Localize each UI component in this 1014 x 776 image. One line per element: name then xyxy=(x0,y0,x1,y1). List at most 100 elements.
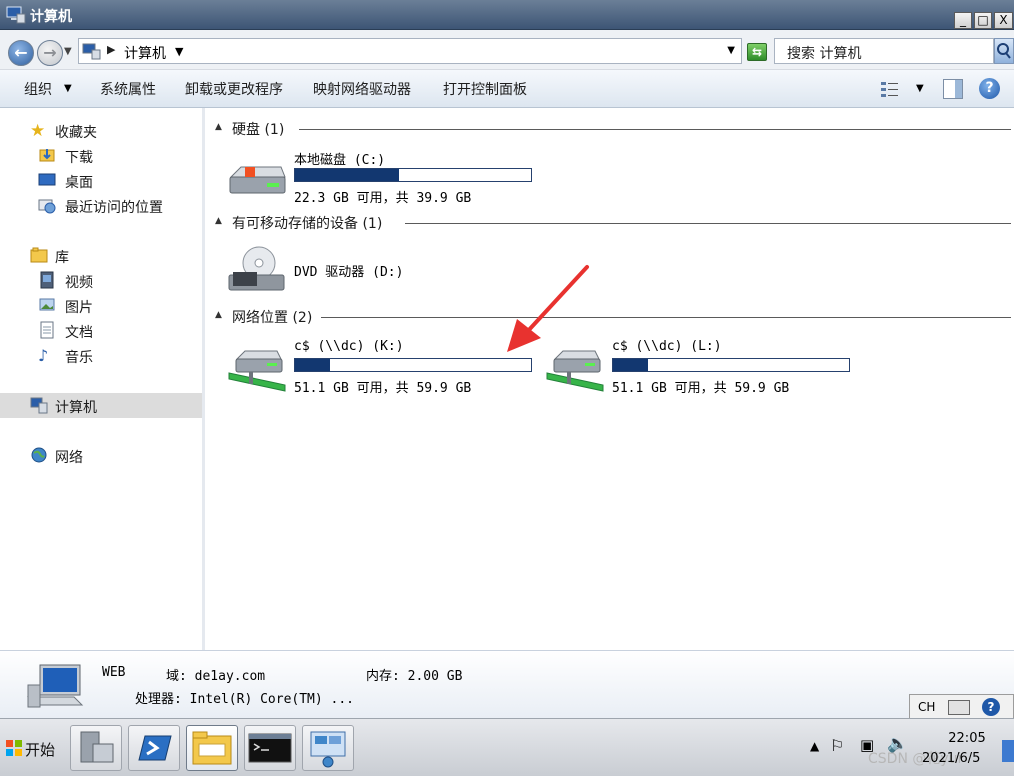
command-bar: 组织 ▼ 系统属性 卸载或更改程序 映射网络驱动器 打开控制面板 ▼ ? xyxy=(0,70,1014,108)
nav-documents[interactable]: 文档 xyxy=(0,318,202,343)
collapse-arrow-icon[interactable]: ▲ xyxy=(215,216,222,226)
collapse-arrow-icon[interactable]: ▲ xyxy=(215,122,222,132)
group-label: 硬盘 (1) xyxy=(232,122,285,138)
nav-computer[interactable]: 计算机 xyxy=(0,393,202,418)
organize-dropdown-icon[interactable]: ▼ xyxy=(64,83,72,94)
collapse-arrow-icon[interactable]: ▲ xyxy=(215,310,222,320)
desktop-icon xyxy=(38,173,56,186)
network-drive-icon xyxy=(228,350,286,392)
help-icon[interactable]: ? xyxy=(982,698,1000,716)
nav-libraries[interactable]: 库 xyxy=(0,243,202,268)
close-button[interactable]: X xyxy=(994,12,1013,29)
dvd-drive-icon xyxy=(228,246,285,291)
minimize-button[interactable]: _ xyxy=(954,12,972,29)
start-button[interactable]: 开始 xyxy=(2,727,60,769)
capacity-fill xyxy=(613,359,649,371)
computer-icon xyxy=(6,6,26,24)
address-field[interactable]: ▶ 计算机 ▼ ▼ xyxy=(78,38,742,64)
group-header-hard-disks[interactable]: ▲ 硬盘 (1) xyxy=(215,119,1011,139)
language-code[interactable]: CH xyxy=(918,700,935,714)
maximize-button[interactable]: □ xyxy=(974,12,992,29)
drive-size: 51.1 GB 可用，共 59.9 GB xyxy=(612,381,790,396)
clock-date[interactable]: 2021/6/5 xyxy=(922,751,980,766)
nav-label: 网络 xyxy=(55,450,83,466)
details-pane: WEB 域: de1ay.com 内存: 2.00 GB 处理器: Intel(… xyxy=(0,650,1014,718)
taskbar-cmd[interactable] xyxy=(244,725,296,771)
network-drive-k[interactable]: c$ (\\dc) (K:) 51.1 GB 可用，共 59.9 GB xyxy=(227,339,537,396)
music-icon: ♪ xyxy=(38,346,49,365)
computer-name: WEB xyxy=(102,665,126,680)
nav-label: 库 xyxy=(55,250,69,266)
capacity-bar xyxy=(294,168,532,182)
nav-network[interactable]: 网络 xyxy=(0,443,202,468)
domain-info: 域: de1ay.com xyxy=(166,669,266,684)
nav-recent-places[interactable]: 最近访问的位置 xyxy=(0,193,202,218)
address-bar-row: ← → ▼ ▶ 计算机 ▼ ▼ ⇆ 搜索 计算机 xyxy=(0,30,1014,70)
clock-time[interactable]: 22:05 xyxy=(937,731,997,746)
taskbar-network-app[interactable] xyxy=(302,725,354,771)
group-header-network[interactable]: ▲ 网络位置 (2) xyxy=(215,307,1011,327)
nav-pictures[interactable]: 图片 xyxy=(0,293,202,318)
processor-info: 处理器: Intel(R) Core(TM) ... xyxy=(135,692,355,707)
organize-button[interactable]: 组织 xyxy=(24,79,52,99)
drive-d[interactable]: DVD 驱动器 (D:) xyxy=(227,241,537,297)
show-desktop-button[interactable] xyxy=(1002,740,1014,762)
drive-size: 51.1 GB 可用，共 59.9 GB xyxy=(294,381,472,396)
taskbar-explorer[interactable] xyxy=(186,725,238,771)
network-settings-icon xyxy=(310,731,346,768)
computer-icon xyxy=(27,664,84,708)
chevron-right-icon[interactable]: ▶ xyxy=(107,43,115,56)
system-properties-button[interactable]: 系统属性 xyxy=(100,79,156,99)
address-dropdown-icon[interactable]: ▼ xyxy=(727,45,735,56)
windows-logo-icon xyxy=(6,740,22,756)
taskbar-server-manager[interactable] xyxy=(70,725,122,771)
open-control-panel-button[interactable]: 打开控制面板 xyxy=(443,79,527,99)
view-dropdown-icon[interactable]: ▼ xyxy=(916,83,924,94)
nav-videos[interactable]: 视频 xyxy=(0,268,202,293)
group-header-removable[interactable]: ▲ 有可移动存储的设备 (1) xyxy=(215,213,1011,233)
history-dropdown-icon[interactable]: ▼ xyxy=(64,46,72,57)
refresh-button[interactable]: ⇆ xyxy=(747,43,767,61)
keyboard-icon[interactable] xyxy=(948,700,970,715)
computer-icon xyxy=(82,43,101,60)
search-button[interactable] xyxy=(994,38,1014,64)
nav-label: 最近访问的位置 xyxy=(65,200,163,216)
hard-drive-icon xyxy=(229,166,286,194)
map-network-drive-button[interactable]: 映射网络驱动器 xyxy=(313,79,411,99)
nav-music[interactable]: ♪ 音乐 xyxy=(0,343,202,368)
preview-pane-icon[interactable] xyxy=(943,79,963,99)
nav-favorites[interactable]: ★ 收藏夹 xyxy=(0,118,202,143)
group-divider xyxy=(299,129,1011,130)
help-icon[interactable]: ? xyxy=(979,78,1000,99)
nav-desktop[interactable]: 桌面 xyxy=(0,168,202,193)
downloads-folder-icon xyxy=(39,149,55,162)
library-icon xyxy=(30,247,48,263)
refresh-icon: ⇆ xyxy=(751,45,763,59)
nav-label: 音乐 xyxy=(65,350,93,366)
taskbar-powershell[interactable] xyxy=(128,725,180,771)
capacity-fill xyxy=(295,359,331,371)
address-crumb[interactable]: 计算机 xyxy=(124,43,166,63)
language-bar[interactable]: CH ? xyxy=(909,694,1014,720)
drive-c[interactable]: 本地磁盘 (C:) 22.3 GB 可用，共 39.9 GB xyxy=(227,149,537,206)
nav-label: 计算机 xyxy=(55,400,97,416)
star-icon: ★ xyxy=(30,121,46,141)
view-options-icon[interactable] xyxy=(880,80,900,98)
pictures-icon xyxy=(39,298,55,311)
back-button[interactable]: ← xyxy=(8,40,34,66)
network-globe-icon xyxy=(31,447,47,463)
network-drive-l[interactable]: c$ (\\dc) (L:) 51.1 GB 可用，共 59.9 GB xyxy=(545,339,855,396)
nav-label: 下载 xyxy=(65,150,93,166)
search-input[interactable]: 搜索 计算机 xyxy=(774,38,994,64)
show-hidden-icons-icon[interactable]: ▲ xyxy=(810,739,819,753)
title-bar[interactable]: 计算机 _ □ X xyxy=(0,0,1014,30)
command-prompt-icon xyxy=(248,733,292,763)
forward-button[interactable]: → xyxy=(37,40,63,66)
crumb-dropdown-icon[interactable]: ▼ xyxy=(175,45,183,58)
documents-icon xyxy=(40,321,54,339)
action-center-flag-icon[interactable]: ⚐ xyxy=(830,736,844,755)
nav-downloads[interactable]: 下载 xyxy=(0,143,202,168)
powershell-icon xyxy=(138,735,172,761)
group-divider xyxy=(321,317,1011,318)
uninstall-program-button[interactable]: 卸载或更改程序 xyxy=(185,79,283,99)
